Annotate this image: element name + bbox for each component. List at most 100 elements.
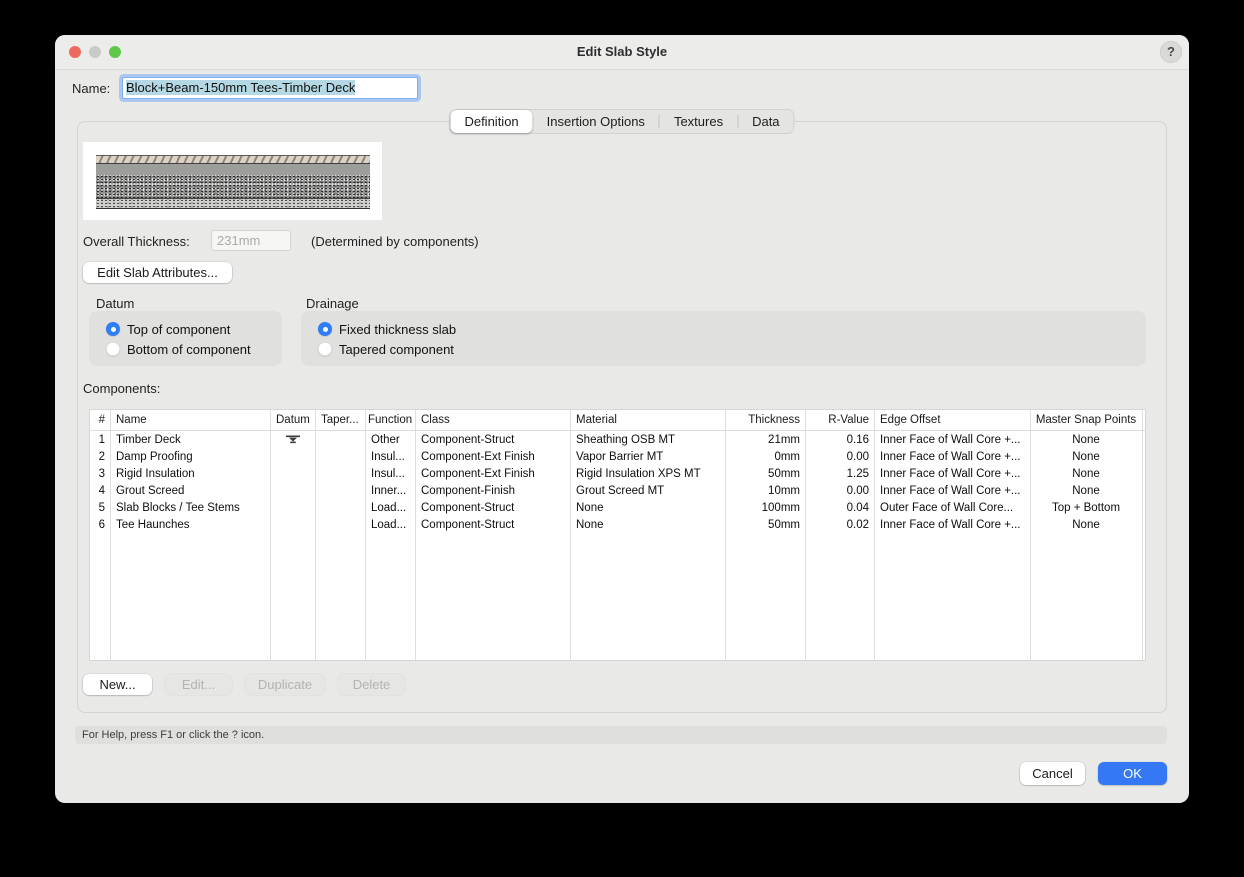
tab-insertion-options[interactable]: Insertion Options [533,110,659,133]
row-name: Rigid Insulation [116,467,195,480]
overall-thickness-field: 231mm [211,230,291,251]
row-r-value: 1.25 [846,467,869,480]
radio-unselected-icon[interactable] [318,342,332,356]
window-title: Edit Slab Style [576,44,668,59]
tab-textures[interactable]: Textures [660,110,737,133]
row-edge-offset: Inner Face of Wall Core +... [880,433,1021,446]
components-label: Components: [83,381,161,396]
tab-data[interactable]: Data [738,110,793,133]
tab-bar: Definition Insertion Options Textures Da… [449,109,795,134]
row-edge-offset: Inner Face of Wall Core +... [880,484,1021,497]
drainage-option-fixed[interactable]: Fixed thickness slab [318,321,456,337]
row-function: Inner... [371,484,407,497]
row-thickness: 50mm [768,518,800,531]
row-material: Grout Screed MT [576,484,665,497]
row-thickness: 0mm [774,450,800,463]
table-row[interactable]: 1 Timber Deck Other Component-Struct She… [90,431,1145,448]
timber-deck-layer [96,155,370,164]
radio-selected-icon[interactable] [318,322,332,336]
row-class: Component-Ext Finish [421,450,535,463]
close-button[interactable] [69,46,81,58]
datum-option-bottom[interactable]: Bottom of component [106,341,251,357]
components-table[interactable]: # Name Datum Taper... Function Class Mat… [89,409,1146,661]
zoom-button[interactable] [109,46,121,58]
slab-cross-section [96,155,370,209]
row-class: Component-Struct [421,518,515,531]
row-material: Vapor Barrier MT [576,450,664,463]
col-header-thickness: Thickness [748,414,800,426]
datum-marker-icon [270,434,315,446]
row-material: None [576,501,604,514]
drainage-option-tapered[interactable]: Tapered component [318,341,454,357]
row-name: Timber Deck [116,433,181,446]
datum-option-top[interactable]: Top of component [106,321,230,337]
drainage-group-label: Drainage [306,296,359,311]
col-header-name: Name [116,414,147,426]
edit-button: Edit... [165,674,232,695]
table-row[interactable]: 6 Tee Haunches Load... Component-Struct … [90,516,1145,533]
name-label: Name: [72,81,111,96]
table-header-row: # Name Datum Taper... Function Class Mat… [90,410,1145,431]
row-snap: None [1072,467,1100,480]
help-icon[interactable]: ? [1160,41,1182,63]
tab-definition[interactable]: Definition [450,110,533,133]
edit-slab-attributes-button[interactable]: Edit Slab Attributes... [83,262,232,283]
row-snap: None [1072,518,1100,531]
row-function: Load... [371,501,407,514]
table-row[interactable]: 4 Grout Screed Inner... Component-Finish… [90,482,1145,499]
name-input[interactable]: Block+Beam-150mm Tees-Timber Deck [122,77,418,99]
haunch-layer [96,199,370,209]
table-row[interactable]: 5 Slab Blocks / Tee Stems Load... Compon… [90,499,1145,516]
edit-slab-style-dialog: Edit Slab Style ? Name: Block+Beam-150mm… [55,35,1189,803]
col-header-material: Material [576,414,617,426]
row-class: Component-Finish [421,484,515,497]
col-header-num: # [98,414,105,426]
definition-tab-panel: Overall Thickness: 231mm (Determined by … [77,121,1167,713]
col-header-edge-offset: Edge Offset [880,414,941,426]
row-r-value: 0.00 [846,450,869,463]
row-edge-offset: Outer Face of Wall Core... [880,501,1014,514]
row-thickness: 21mm [768,433,800,446]
row-name: Grout Screed [116,484,185,497]
col-header-r-value: R-Value [828,414,869,426]
row-r-value: 0.04 [846,501,869,514]
traffic-lights [69,46,121,58]
drainage-group-box: Fixed thickness slab Tapered component [301,311,1146,366]
ok-button[interactable]: OK [1098,762,1167,785]
row-class: Component-Ext Finish [421,467,535,480]
col-header-taper: Taper... [321,414,359,426]
row-num: 3 [98,467,105,480]
table-row[interactable]: 3 Rigid Insulation Insul... Component-Ex… [90,465,1145,482]
new-button[interactable]: New... [83,674,152,695]
row-edge-offset: Inner Face of Wall Core +... [880,450,1021,463]
row-snap: Top + Bottom [1051,501,1121,514]
row-r-value: 0.16 [846,433,869,446]
row-name: Tee Haunches [116,518,190,531]
radio-selected-icon[interactable] [106,322,120,336]
row-thickness: 10mm [768,484,800,497]
row-material: None [576,518,604,531]
row-edge-offset: Inner Face of Wall Core +... [880,467,1021,480]
row-function: Other [371,433,400,446]
table-row[interactable]: 2 Damp Proofing Insul... Component-Ext F… [90,448,1145,465]
col-header-master-snap-points: Master Snap Points [1035,414,1137,426]
row-thickness: 50mm [768,467,800,480]
delete-button: Delete [338,674,405,695]
radio-label: Top of component [127,321,231,337]
row-function: Insul... [371,467,405,480]
row-r-value: 0.02 [846,518,869,531]
row-function: Load... [371,518,407,531]
row-thickness: 100mm [761,501,800,514]
row-material: Rigid Insulation XPS MT [576,467,701,480]
row-snap: None [1072,450,1100,463]
row-num: 1 [98,433,105,446]
row-class: Component-Struct [421,433,515,446]
slab-preview [83,142,382,220]
row-function: Insul... [371,450,405,463]
overall-thickness-label: Overall Thickness: [83,234,190,249]
radio-unselected-icon[interactable] [106,342,120,356]
row-name: Damp Proofing [116,450,193,463]
minimize-button [89,46,101,58]
cancel-button[interactable]: Cancel [1020,762,1085,785]
row-num: 4 [98,484,105,497]
